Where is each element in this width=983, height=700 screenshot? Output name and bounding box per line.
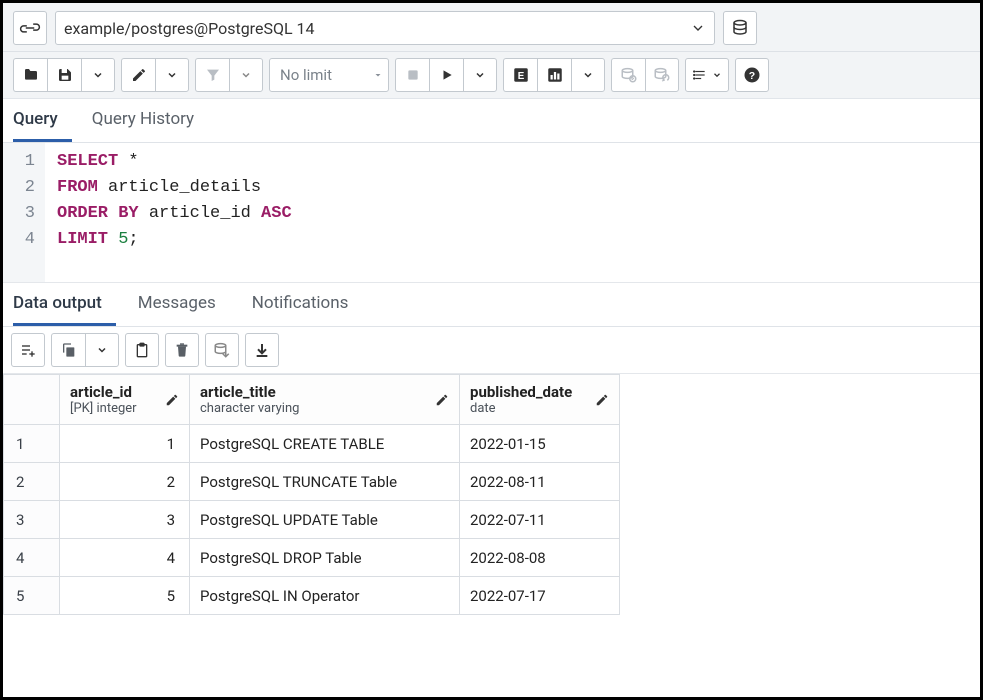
output-tabs: Data output Messages Notifications xyxy=(3,283,980,327)
column-header-article_title[interactable]: article_titlecharacter varying xyxy=(190,375,460,425)
connection-select[interactable]: example/postgres@PostgreSQL 14 xyxy=(55,11,715,45)
connection-label: example/postgres@PostgreSQL 14 xyxy=(64,19,315,38)
cell-article_id[interactable]: 5 xyxy=(60,577,190,615)
sql-editor[interactable]: 1234 SELECT *FROM article_detailsORDER B… xyxy=(3,143,980,283)
svg-text:E: E xyxy=(517,71,524,82)
rollback-button[interactable] xyxy=(645,58,679,92)
open-file-button[interactable] xyxy=(13,58,47,92)
svg-text:?: ? xyxy=(749,70,755,82)
connection-bar: example/postgres@PostgreSQL 14 xyxy=(3,3,980,52)
explain-button[interactable]: E xyxy=(503,58,537,92)
new-query-button[interactable] xyxy=(723,11,757,45)
add-row-button[interactable] xyxy=(11,333,45,367)
column-header-article_id[interactable]: article_id[PK] integer xyxy=(60,375,190,425)
save-data-button[interactable] xyxy=(205,333,239,367)
row-number[interactable]: 3 xyxy=(4,501,60,539)
row-number[interactable]: 5 xyxy=(4,577,60,615)
cell-article_title[interactable]: PostgreSQL CREATE TABLE xyxy=(190,425,460,463)
result-grid-wrapper: article_id[PK] integerarticle_titlechara… xyxy=(3,374,980,615)
edit-dropdown[interactable] xyxy=(155,58,189,92)
paste-button[interactable] xyxy=(125,333,159,367)
column-header-published_date[interactable]: published_datedate xyxy=(460,375,620,425)
cell-published_date[interactable]: 2022-08-08 xyxy=(460,539,620,577)
table-row[interactable]: 22PostgreSQL TRUNCATE Table2022-08-11 xyxy=(4,463,620,501)
help-button[interactable]: ? xyxy=(735,58,769,92)
tab-notifications[interactable]: Notifications xyxy=(252,283,363,326)
save-dropdown[interactable] xyxy=(81,58,115,92)
tab-data-output[interactable]: Data output xyxy=(13,283,116,326)
cell-article_id[interactable]: 2 xyxy=(60,463,190,501)
tab-messages[interactable]: Messages xyxy=(138,283,230,326)
pencil-icon[interactable] xyxy=(165,393,179,407)
cell-published_date[interactable]: 2022-07-17 xyxy=(460,577,620,615)
cell-published_date[interactable]: 2022-08-11 xyxy=(460,463,620,501)
result-grid[interactable]: article_id[PK] integerarticle_titlechara… xyxy=(3,374,620,615)
save-file-button[interactable] xyxy=(47,58,81,92)
commit-button[interactable] xyxy=(611,58,645,92)
table-row[interactable]: 44PostgreSQL DROP Table2022-08-08 xyxy=(4,539,620,577)
table-row[interactable]: 11PostgreSQL CREATE TABLE2022-01-15 xyxy=(4,425,620,463)
execute-dropdown[interactable] xyxy=(463,58,497,92)
explain-dropdown[interactable] xyxy=(571,58,605,92)
tab-query-history[interactable]: Query History xyxy=(92,99,208,142)
row-number[interactable]: 2 xyxy=(4,463,60,501)
row-limit-label: No limit xyxy=(280,66,332,84)
cell-article_id[interactable]: 3 xyxy=(60,501,190,539)
edit-button[interactable] xyxy=(121,58,155,92)
delete-button[interactable] xyxy=(165,333,199,367)
editor-tabs: Query Query History xyxy=(3,99,980,143)
cell-article_id[interactable]: 4 xyxy=(60,539,190,577)
table-row[interactable]: 55PostgreSQL IN Operator2022-07-17 xyxy=(4,577,620,615)
copy-button[interactable] xyxy=(51,333,85,367)
cell-article_title[interactable]: PostgreSQL UPDATE Table xyxy=(190,501,460,539)
app-frame: example/postgres@PostgreSQL 14 xyxy=(0,0,983,700)
output-toolbar xyxy=(3,327,980,374)
macros-button[interactable] xyxy=(685,58,729,92)
main-toolbar: No limit E xyxy=(3,52,980,99)
chevron-down-icon xyxy=(690,20,706,36)
cell-article_title[interactable]: PostgreSQL DROP Table xyxy=(190,539,460,577)
editor-gutter: 1234 xyxy=(3,143,45,282)
cell-article_title[interactable]: PostgreSQL TRUNCATE Table xyxy=(190,463,460,501)
row-limit-select[interactable]: No limit xyxy=(269,58,389,92)
row-number[interactable]: 1 xyxy=(4,425,60,463)
tab-query[interactable]: Query xyxy=(13,99,72,142)
row-number-header xyxy=(4,375,60,425)
cell-published_date[interactable]: 2022-07-11 xyxy=(460,501,620,539)
pencil-icon[interactable] xyxy=(595,393,609,407)
cell-published_date[interactable]: 2022-01-15 xyxy=(460,425,620,463)
download-button[interactable] xyxy=(245,333,279,367)
cell-article_id[interactable]: 1 xyxy=(60,425,190,463)
connection-status-icon[interactable] xyxy=(13,11,47,45)
row-number[interactable]: 4 xyxy=(4,539,60,577)
cell-article_title[interactable]: PostgreSQL IN Operator xyxy=(190,577,460,615)
copy-dropdown[interactable] xyxy=(85,333,119,367)
pencil-icon[interactable] xyxy=(435,393,449,407)
filter-button[interactable] xyxy=(195,58,229,92)
stop-button[interactable] xyxy=(395,58,429,92)
filter-dropdown[interactable] xyxy=(229,58,263,92)
editor-code[interactable]: SELECT *FROM article_detailsORDER BY art… xyxy=(45,143,304,282)
table-row[interactable]: 33PostgreSQL UPDATE Table2022-07-11 xyxy=(4,501,620,539)
explain-analyze-button[interactable] xyxy=(537,58,571,92)
execute-button[interactable] xyxy=(429,58,463,92)
